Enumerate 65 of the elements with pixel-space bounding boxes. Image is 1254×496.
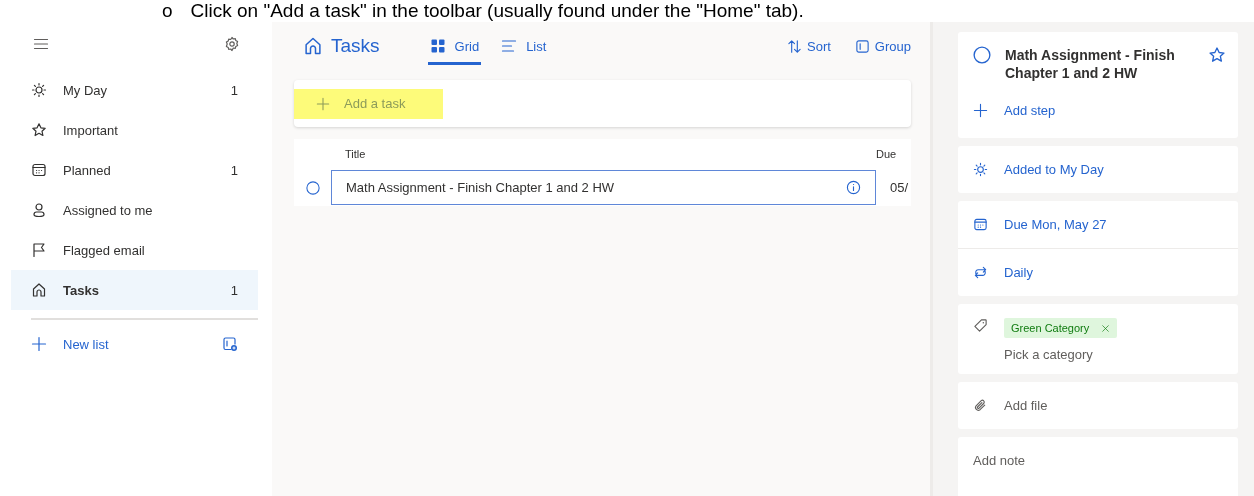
column-header: Title bbox=[344, 148, 367, 160]
group-button[interactable]: Group bbox=[854, 38, 911, 54]
my-day-button[interactable]: Added to My Day bbox=[958, 146, 1238, 193]
sun-icon bbox=[973, 162, 988, 177]
task-title: Math Assignment - Finish Chapter 1 and 2 HW bbox=[1005, 46, 1176, 82]
tag-icon bbox=[973, 318, 988, 333]
sidebar-item[interactable]: Important bbox=[11, 110, 258, 150]
settings-icon[interactable] bbox=[224, 36, 240, 52]
sort-icon bbox=[787, 38, 802, 54]
column-header: Due bbox=[876, 148, 898, 160]
close-icon[interactable] bbox=[1101, 323, 1111, 333]
view-tab[interactable]: List bbox=[499, 27, 549, 65]
sidebar-item[interactable]: Planned 1 bbox=[11, 150, 258, 190]
item-count: 1 bbox=[230, 82, 238, 98]
star-icon[interactable] bbox=[1208, 46, 1226, 64]
bullet: o bbox=[162, 0, 173, 22]
completion-circle[interactable] bbox=[305, 180, 320, 195]
flag-icon bbox=[31, 242, 47, 258]
category-tag[interactable]: Green Category bbox=[1004, 318, 1118, 338]
sort-button[interactable]: Sort bbox=[787, 38, 831, 54]
plus-icon[interactable] bbox=[31, 336, 47, 352]
calendar-icon bbox=[973, 217, 988, 232]
group-icon bbox=[854, 38, 870, 54]
due-date-button[interactable]: Due Mon, May 27 bbox=[958, 201, 1238, 248]
new-list-link[interactable]: New list bbox=[63, 336, 206, 352]
sidebar-item[interactable]: Flagged email bbox=[11, 230, 258, 270]
instruction-text: Click on "Add a task" in the toolbar (usually found under the "Home" tab). bbox=[190, 0, 804, 22]
list-title: Tasks bbox=[331, 35, 380, 57]
item-count: 1 bbox=[230, 162, 238, 178]
home-icon bbox=[31, 282, 47, 298]
plus-icon bbox=[973, 102, 988, 118]
item-label: Important bbox=[63, 122, 119, 138]
item-label: Assigned to me bbox=[63, 202, 154, 218]
info-icon[interactable] bbox=[846, 180, 861, 195]
add-file-button[interactable]: Add file bbox=[958, 382, 1238, 429]
repeat-button[interactable]: Daily bbox=[958, 249, 1238, 296]
note-field[interactable]: Add note bbox=[958, 437, 1238, 496]
pick-category-link[interactable]: Pick a category bbox=[1004, 347, 1118, 362]
completion-circle[interactable] bbox=[973, 46, 991, 64]
grid-icon bbox=[429, 38, 446, 54]
star-icon bbox=[31, 122, 47, 138]
task-title-field[interactable]: Math Assignment - Finish Chapter 1 and 2 HW bbox=[331, 170, 876, 205]
item-label: My Day bbox=[63, 82, 109, 98]
menu-icon[interactable] bbox=[33, 36, 49, 52]
view-tab[interactable]: Grid bbox=[427, 27, 482, 65]
add-step-button[interactable]: Add step bbox=[958, 82, 1238, 138]
person-icon bbox=[31, 202, 47, 218]
due-date-cell-text: 05/ bbox=[889, 180, 910, 195]
new-group-icon[interactable] bbox=[222, 336, 238, 352]
item-label: Planned bbox=[63, 162, 112, 178]
sidebar-item[interactable]: My Day 1 bbox=[11, 70, 258, 110]
repeat-icon bbox=[973, 265, 988, 280]
paperclip-icon bbox=[973, 398, 988, 413]
item-label: Flagged email bbox=[63, 242, 146, 258]
plus-icon bbox=[316, 96, 330, 111]
item-count: 1 bbox=[230, 282, 238, 298]
home-icon bbox=[303, 36, 323, 56]
item-label: Tasks bbox=[63, 282, 100, 298]
sidebar-item[interactable]: Assigned to me bbox=[11, 190, 258, 230]
placeholder-text: Add a task bbox=[344, 96, 406, 111]
placeholder-text: Add note bbox=[973, 453, 1026, 468]
sidebar-item[interactable]: Tasks 1 bbox=[11, 270, 258, 310]
calendar-icon bbox=[31, 162, 47, 178]
sun-icon bbox=[31, 82, 47, 98]
list-icon bbox=[501, 38, 518, 54]
